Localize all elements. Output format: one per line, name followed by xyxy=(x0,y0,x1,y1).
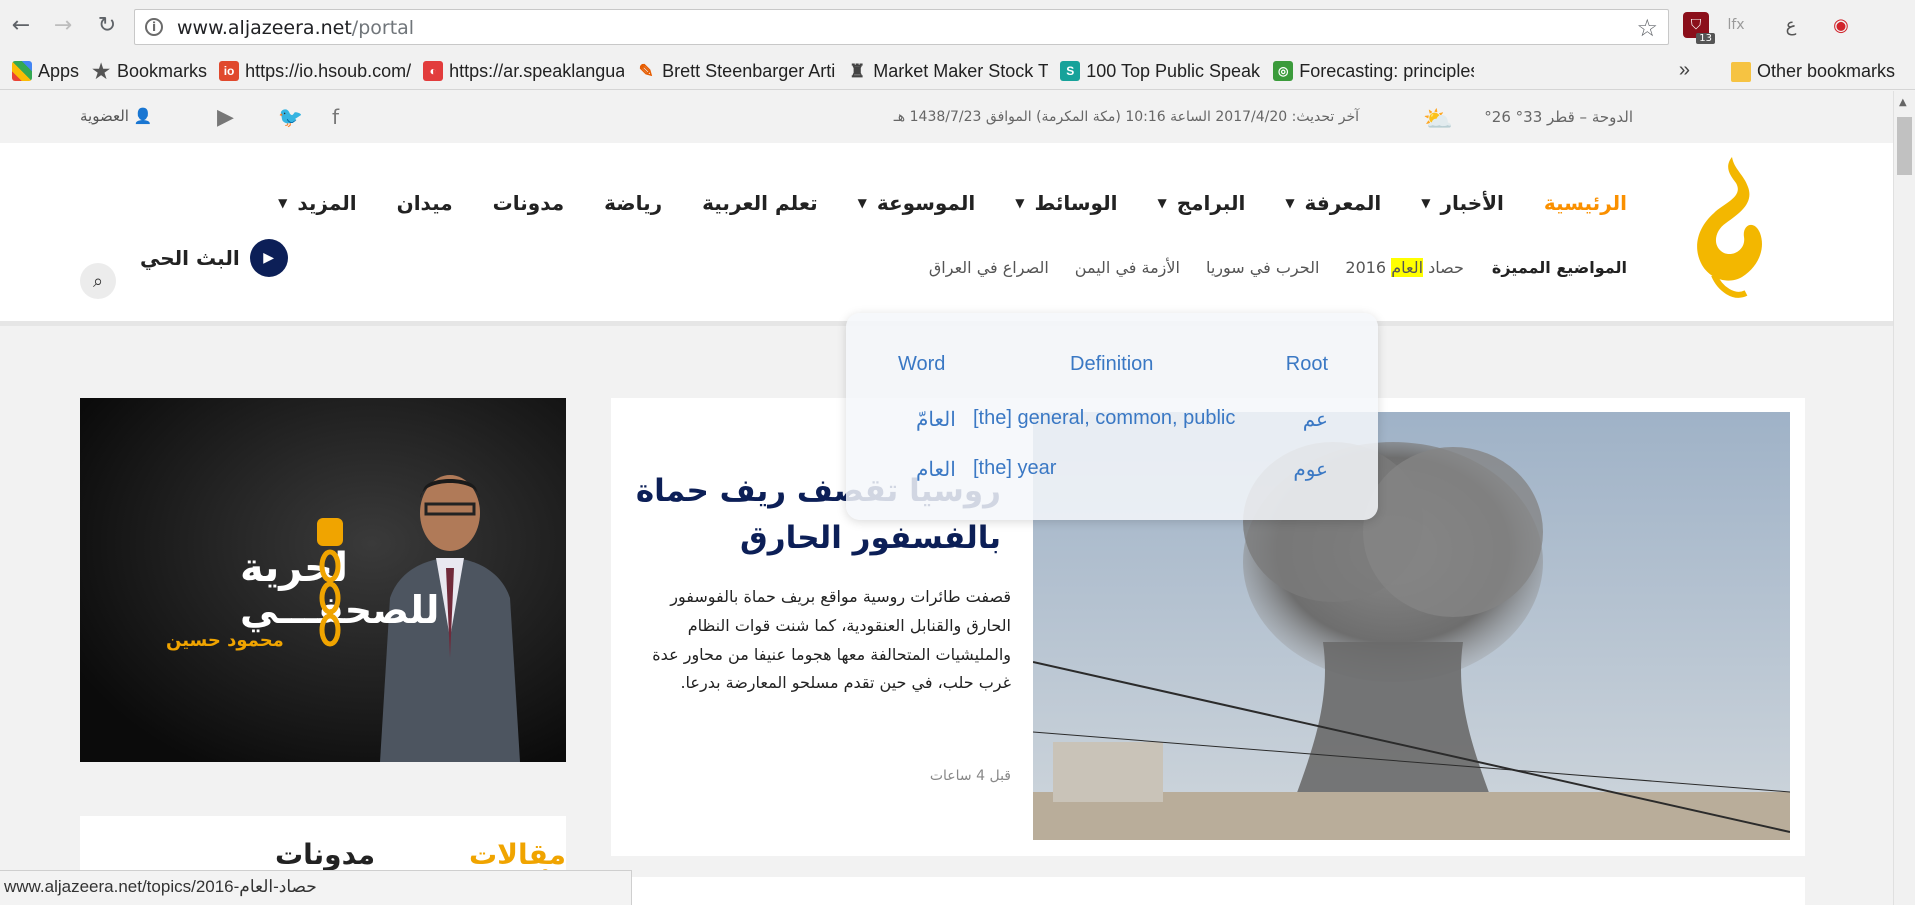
chain-fist-icon xyxy=(317,518,343,647)
url-text[interactable]: www.aljazeera.net/portal xyxy=(177,17,414,39)
site-header: الرئيسية الأخبار ▼ المعرفة ▼ البرامج ▼ الوس… xyxy=(0,143,1893,326)
tab-blogs[interactable]: مدونات xyxy=(275,838,375,871)
bookmark-steenbarger[interactable]: ✎ Brett Steenbarger Arti xyxy=(636,60,836,82)
arabic-extension-icon[interactable]: ع xyxy=(1778,12,1804,38)
chess-icon: ♜ xyxy=(849,60,866,81)
journalist-freedom-promo[interactable]: لحرية للصحفـــي محمود حسين xyxy=(80,398,566,762)
nav-midan[interactable]: ميدان xyxy=(397,191,453,215)
globe-extension-icon[interactable]: ◉ xyxy=(1828,12,1854,38)
nav-media[interactable]: الوسائط ▼ xyxy=(1015,191,1117,215)
nav-more[interactable]: المزيد ▼ xyxy=(278,191,357,215)
nav-learn-arabic[interactable]: تعلم العربية xyxy=(702,191,818,215)
ublock-extension-icon[interactable]: ⛉ 13 xyxy=(1683,12,1715,44)
weather-location: الدوحة – قطر 33° 26° xyxy=(1484,108,1633,126)
user-icon: 👤 xyxy=(133,107,153,125)
dict-header-root: Root xyxy=(1285,353,1328,375)
topic-syria-war[interactable]: الحرب في سوريا xyxy=(1206,258,1319,277)
bookmark-forecasting[interactable]: ◎ Forecasting: principles xyxy=(1273,61,1474,82)
last-updated: آخر تحديث: 2017/4/20 الساعة 10:16 (مكة ا… xyxy=(893,109,1359,125)
chevron-down-icon: ▼ xyxy=(1015,196,1025,210)
topic-2016-harvest[interactable]: حصاد العام 2016 xyxy=(1345,258,1464,277)
bookmark-speaklanguage[interactable]: ◐ https://ar.speaklangua xyxy=(423,61,624,82)
featured-topics-bar: المواضيع المميزة حصاد العام 2016 الحرب ف… xyxy=(903,258,1627,277)
dict-row1-definition: [the] general, common, public xyxy=(973,407,1236,429)
bookmark-marketmaker[interactable]: ♜ Market Maker Stock T xyxy=(847,61,1048,82)
play-icon: ▶ xyxy=(249,239,288,277)
page-scrollbar[interactable]: ▲ xyxy=(1893,91,1915,905)
dict-row1-word: العامّ xyxy=(916,409,956,431)
search-icon[interactable]: ⌕ xyxy=(80,263,116,299)
chevron-down-icon: ▼ xyxy=(857,196,867,210)
topic-yemen-crisis[interactable]: الأزمة في اليمن xyxy=(1075,258,1180,277)
bookmark-apps[interactable]: Apps xyxy=(12,61,79,82)
info-icon[interactable]: i xyxy=(145,18,163,36)
bookmark-hsoub[interactable]: io https://io.hsoub.com/ xyxy=(219,61,411,82)
browser-toolbar: ← → ↻ i www.aljazeera.net/portal ☆ ⛉ 13 l… xyxy=(0,0,1915,53)
hsoub-icon: io xyxy=(219,61,240,81)
dictionary-popup: Word Definition Root العامّ [the] genera… xyxy=(846,313,1378,520)
scroll-thumb[interactable] xyxy=(1897,117,1912,175)
dict-header-word: Word xyxy=(898,353,946,375)
featured-topics-title: المواضيع المميزة xyxy=(1491,258,1627,277)
nav-blogs[interactable]: مدونات xyxy=(493,191,564,215)
back-button[interactable]: ← xyxy=(8,12,34,38)
forecast-icon: ◎ xyxy=(1273,61,1294,81)
reload-button[interactable]: ↻ xyxy=(94,12,120,38)
feather-icon: ✎ xyxy=(638,60,654,81)
address-bar[interactable]: i www.aljazeera.net/portal ☆ xyxy=(134,9,1669,45)
aljazeera-logo[interactable] xyxy=(1684,153,1770,303)
s-icon: S xyxy=(1060,61,1081,81)
chevron-down-icon: ▼ xyxy=(1285,196,1295,210)
bookmark-publicspeaking[interactable]: S 100 Top Public Speaki xyxy=(1060,61,1261,82)
star-icon: ★ xyxy=(92,60,110,83)
membership-link[interactable]: 👤 العضوية xyxy=(80,107,152,125)
main-navigation: الرئيسية الأخبار ▼ المعرفة ▼ البرامج ▼ الوس… xyxy=(238,191,1627,215)
speaklanguage-icon: ◐ xyxy=(423,61,444,81)
bookmark-bookmarks[interactable]: ★ Bookmarks xyxy=(91,60,207,83)
chevron-down-icon: ▼ xyxy=(1421,196,1431,210)
scroll-up-arrow-icon[interactable]: ▲ xyxy=(1899,97,1907,108)
more-bookmarks-chevron-icon[interactable]: » xyxy=(1679,59,1690,82)
dict-row1-root: عم xyxy=(1302,409,1328,431)
dict-row2-definition: [the] year xyxy=(973,457,1057,479)
dict-header-definition: Definition xyxy=(1070,353,1154,375)
forward-button[interactable]: → xyxy=(50,12,76,38)
live-stream-button[interactable]: ▶ البث الحي xyxy=(140,239,288,277)
chevron-down-icon: ▼ xyxy=(278,196,288,210)
chevron-down-icon: ▼ xyxy=(1157,196,1167,210)
article-time: قبل 4 ساعات xyxy=(929,768,1011,784)
top-info-bar: الدوحة – قطر 33° 26° ⛅ آخر تحديث: 2017/4… xyxy=(0,91,1893,143)
apps-grid-icon xyxy=(12,61,32,81)
youtube-icon[interactable]: ▶ xyxy=(217,105,234,130)
dict-row2-word: العام xyxy=(916,459,956,481)
folder-icon xyxy=(1730,61,1751,82)
nav-news[interactable]: الأخبار ▼ xyxy=(1421,191,1504,215)
nav-programs[interactable]: البرامج ▼ xyxy=(1157,191,1245,215)
topic-iraq-conflict[interactable]: الصراع في العراق xyxy=(929,258,1049,277)
bookmarks-bar: Apps ★ Bookmarks io https://io.hsoub.com… xyxy=(0,53,1915,90)
translate-extension-icon[interactable]: lfx xyxy=(1723,12,1749,38)
nav-home[interactable]: الرئيسية xyxy=(1544,191,1627,215)
content-strip xyxy=(611,877,1805,905)
dict-row2-root: عوم xyxy=(1293,459,1328,481)
status-bar-url: www.aljazeera.net/topics/2016-حصاد-العام xyxy=(0,870,632,905)
partly-cloudy-icon: ⛅ xyxy=(1423,105,1453,133)
nav-encyclopedia[interactable]: الموسوعة ▼ xyxy=(858,191,976,215)
nav-sport[interactable]: رياضة xyxy=(604,191,662,215)
facebook-icon[interactable]: f xyxy=(332,105,339,129)
promo-journalist-name: محمود حسين xyxy=(166,630,284,651)
twitter-icon[interactable]: 🐦 xyxy=(278,105,303,129)
bookmark-star-icon[interactable]: ☆ xyxy=(1636,14,1658,42)
article-summary: قصفت طائرات روسية مواقع بريف حماة بالفوس… xyxy=(652,587,1011,693)
other-bookmarks[interactable]: Other bookmarks xyxy=(1730,61,1895,82)
nav-knowledge[interactable]: المعرفة ▼ xyxy=(1285,191,1381,215)
